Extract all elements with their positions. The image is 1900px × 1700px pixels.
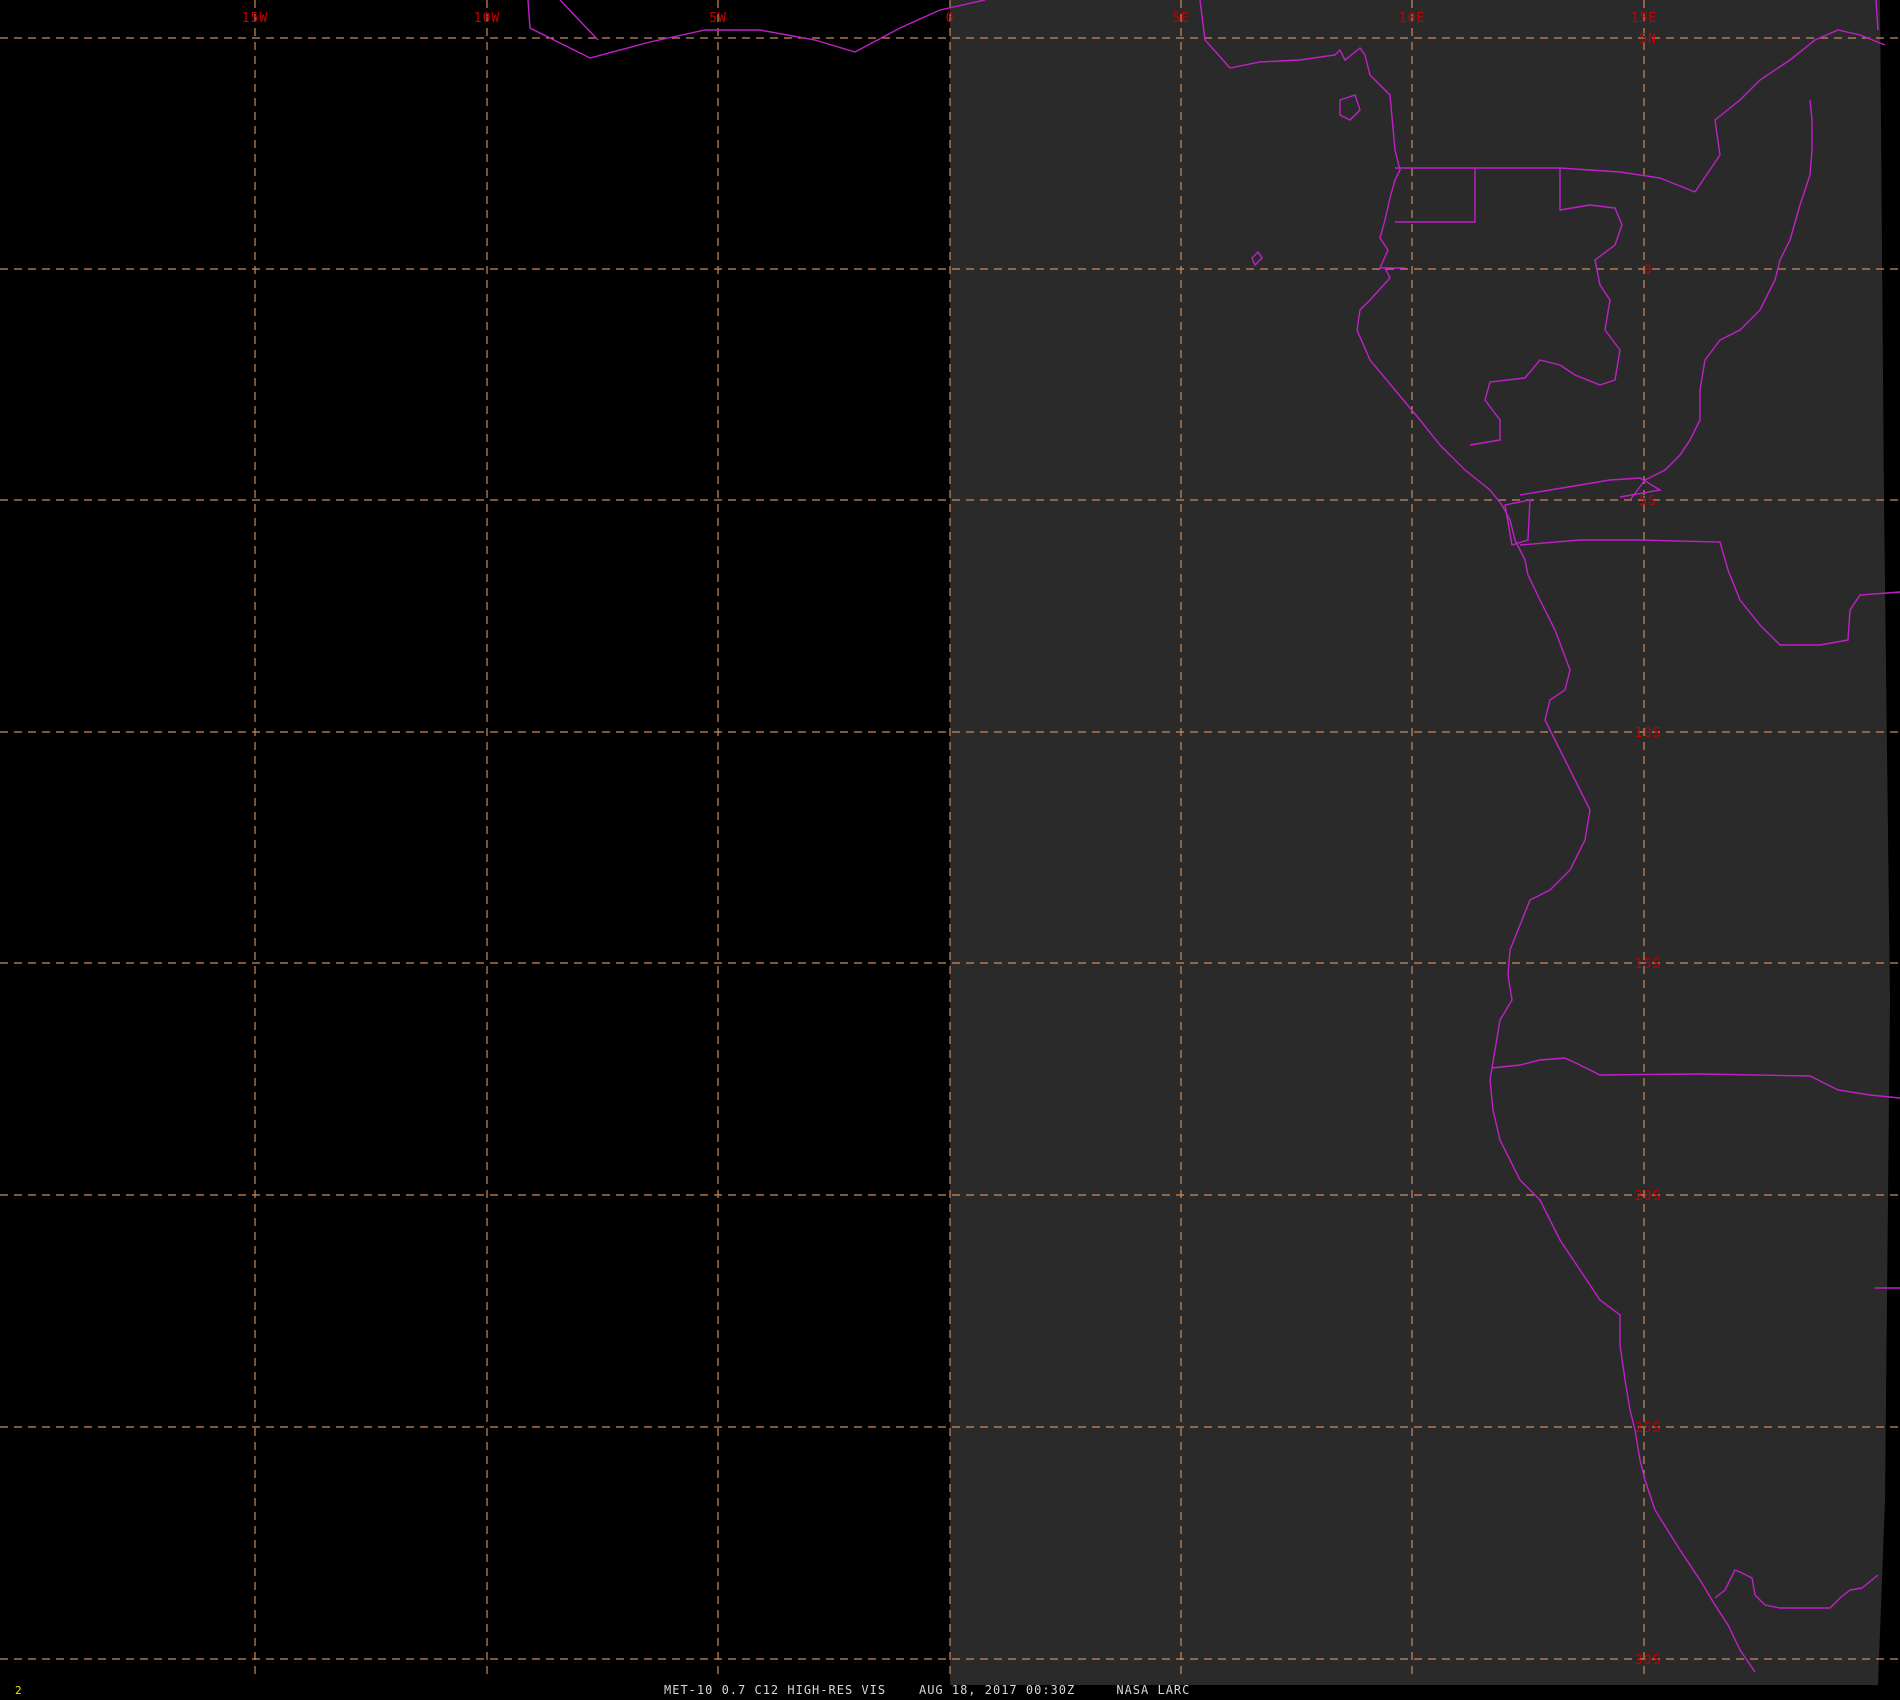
longitude-label: 15W [242, 11, 268, 26]
longitude-label: 5E [1172, 11, 1190, 26]
earth-disk-region [950, 0, 1900, 1685]
image-caption: MET-10 0.7 C12 HIGH-RES VIS AUG 18, 2017… [664, 1683, 1191, 1697]
latitude-label: 5S [1639, 494, 1657, 509]
latitude-label: 10S [1635, 726, 1661, 741]
longitude-label: 15E [1631, 11, 1657, 26]
latitude-label: 25S [1635, 1421, 1661, 1436]
longitude-label: 10E [1399, 11, 1425, 26]
frame-number: 2 [15, 1684, 22, 1697]
longitude-label: 5W [709, 11, 727, 26]
longitude-label: 10W [474, 11, 500, 26]
satellite-image-map: 15W 10W 5W 0 5E 10E 15E 5N 0 5S 10S 15S 20S 25S 30S [0, 0, 1900, 1700]
latitude-label: 0 [1644, 263, 1653, 278]
latitude-label: 20S [1635, 1189, 1661, 1204]
latitude-label: 30S [1635, 1653, 1661, 1668]
latitude-label: 15S [1635, 957, 1661, 972]
longitude-label: 0 [946, 11, 955, 26]
latitude-label: 5N [1639, 32, 1657, 47]
